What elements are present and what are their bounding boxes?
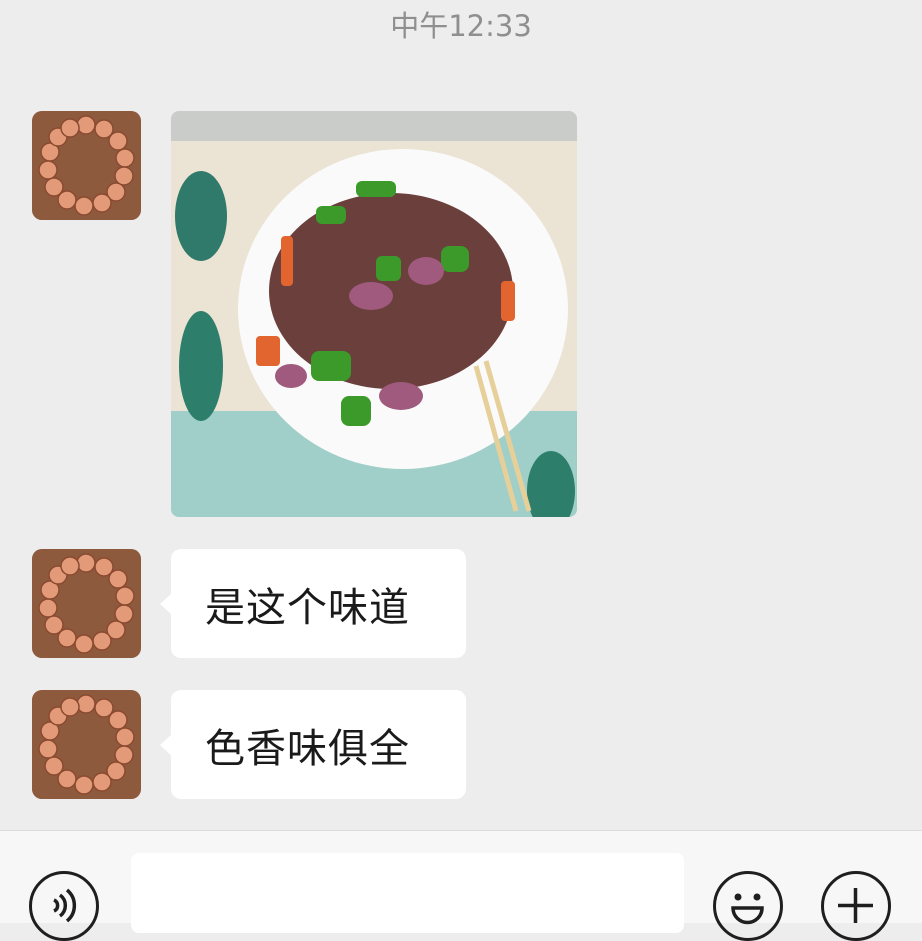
chat-input-bar	[0, 830, 922, 941]
plus-icon	[838, 888, 873, 923]
message-text: 是这个味道	[205, 584, 410, 631]
message-bubble[interactable]: 色香味俱全	[160, 690, 466, 799]
emoji-button[interactable]	[713, 871, 783, 941]
plus-button[interactable]	[821, 871, 891, 941]
contact-avatar[interactable]	[32, 549, 141, 658]
contact-avatar[interactable]	[32, 690, 141, 799]
message-input[interactable]	[131, 853, 684, 933]
avatar-beads-image	[32, 111, 141, 220]
dish-photo[interactable]	[171, 111, 577, 517]
message-bubble[interactable]: 是这个味道	[160, 549, 466, 658]
chat-timestamp: 中午12:33	[390, 9, 532, 43]
food-image	[171, 111, 577, 517]
avatar-beads-image	[32, 549, 141, 658]
contact-avatar[interactable]	[32, 111, 141, 220]
avatar-beads-image	[32, 690, 141, 799]
emoji-icon	[731, 893, 764, 925]
voice-icon	[53, 888, 77, 923]
message-text: 色香味俱全	[205, 725, 410, 772]
voice-button[interactable]	[29, 871, 99, 941]
